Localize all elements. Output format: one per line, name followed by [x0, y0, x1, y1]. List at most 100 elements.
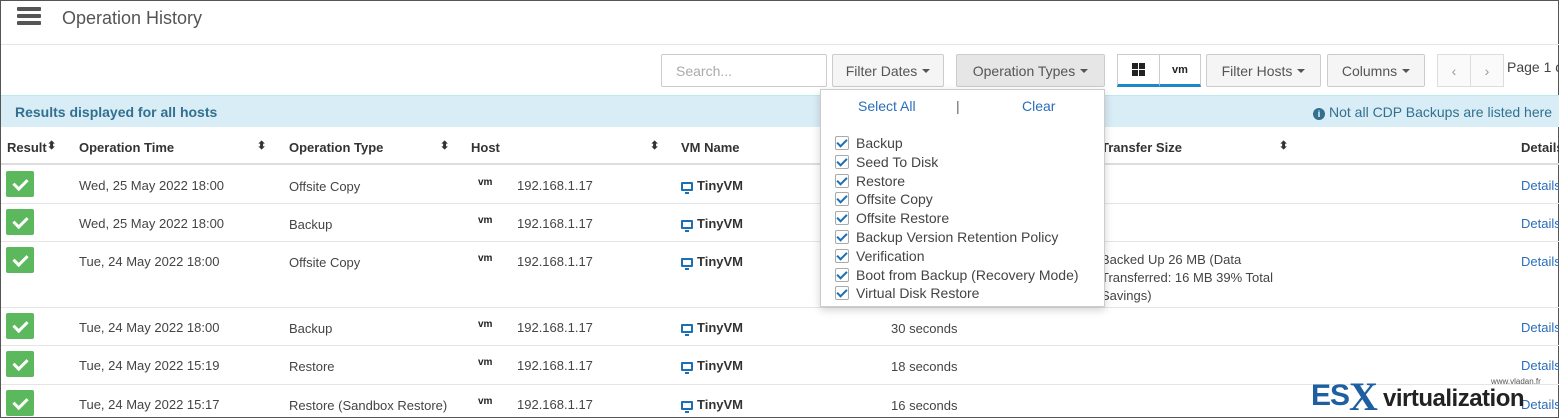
chevron-left-icon: ‹: [1451, 62, 1457, 79]
table-row[interactable]: Tue, 24 May 2022 18:00 Offsite Copy vm 192.…: [1, 242, 1559, 308]
success-check-icon: [6, 313, 34, 339]
select-all-link[interactable]: Select All: [858, 98, 916, 114]
option-label: Verification: [856, 247, 925, 264]
vm-name-cell[interactable]: TinyVM: [681, 358, 743, 374]
details-link[interactable]: Details: [1521, 216, 1559, 231]
vm-name-cell[interactable]: TinyVM: [681, 320, 743, 336]
host-address: 192.168.1.17: [517, 397, 593, 412]
esx-virtualization-watermark: www.vladan.fr ES X virtualization: [1291, 373, 1559, 418]
success-check-icon: [6, 209, 34, 235]
sort-icon[interactable]: ⬍: [1279, 139, 1288, 152]
chevron-right-icon: ›: [1484, 62, 1490, 79]
option-label: Seed To Disk: [856, 153, 939, 170]
operation-type: Offsite Copy: [289, 255, 361, 270]
search-input[interactable]: [661, 54, 827, 87]
checkbox-checked-icon[interactable]: [835, 136, 849, 150]
prev-page-button[interactable]: ‹: [1437, 54, 1471, 87]
col-operation-type[interactable]: Operation Type: [289, 140, 383, 155]
host-address: 192.168.1.17: [517, 216, 593, 231]
table-row[interactable]: Wed, 25 May 2022 18:00 Offsite Copy vm 192.…: [1, 166, 1559, 204]
vm-name-cell[interactable]: TinyVM: [681, 178, 743, 194]
clear-link[interactable]: Clear: [1022, 98, 1055, 114]
checkbox-checked-icon[interactable]: [835, 192, 849, 207]
checkbox-checked-icon[interactable]: [835, 248, 849, 263]
operation-type: Restore (Sandbox Restore): [289, 398, 448, 413]
checkbox-checked-icon[interactable]: [835, 173, 849, 188]
col-vm-name[interactable]: VM Name: [681, 140, 740, 155]
sort-icon[interactable]: ⬍: [440, 139, 449, 152]
checkbox-checked-icon[interactable]: [835, 267, 849, 282]
col-result[interactable]: Result: [7, 140, 47, 155]
col-details[interactable]: Details: [1521, 140, 1559, 155]
details-link[interactable]: Details: [1521, 178, 1559, 193]
vmware-icon: vm: [1172, 63, 1188, 76]
operation-type-option[interactable]: Verification: [835, 247, 924, 265]
separator: |: [956, 98, 960, 114]
sort-icon[interactable]: ⬍: [257, 139, 266, 152]
windows-icon: [1132, 63, 1145, 76]
operation-type-option[interactable]: Offsite Copy: [835, 190, 933, 208]
table-row[interactable]: Tue, 24 May 2022 18:00 Backup vm 192.168.1.…: [1, 308, 1559, 346]
operation-type-option[interactable]: Virtual Disk Restore: [835, 284, 979, 302]
vm-name-cell[interactable]: TinyVM: [681, 397, 743, 413]
vmware-filter-toggle[interactable]: vm: [1159, 54, 1201, 87]
vm-name-cell[interactable]: TinyVM: [681, 254, 743, 270]
checkbox-checked-icon[interactable]: [835, 286, 849, 301]
monitor-icon: [681, 258, 693, 270]
duration: 30 seconds: [891, 321, 958, 336]
details-link[interactable]: Details: [1521, 254, 1559, 269]
columns-label: Columns: [1341, 62, 1398, 79]
operation-type-option[interactable]: Boot from Backup (Recovery Mode): [835, 266, 1079, 284]
sort-icon[interactable]: ⬍: [650, 139, 659, 152]
checkbox-checked-icon[interactable]: [835, 154, 849, 169]
watermark-virtualization: virtualization: [1383, 385, 1525, 412]
operation-time: Tue, 24 May 2022 15:19: [79, 358, 220, 373]
option-label: Backup: [856, 135, 903, 151]
option-label: Offsite Copy: [856, 191, 933, 208]
columns-button[interactable]: Columns: [1327, 54, 1425, 87]
col-operation-time[interactable]: Operation Time: [79, 140, 174, 155]
success-check-icon: [6, 247, 34, 273]
page-title: Operation History: [62, 8, 203, 28]
results-scope-text: Results displayed for all hosts: [15, 104, 218, 120]
operation-type: Restore: [289, 359, 335, 374]
table-row[interactable]: Wed, 25 May 2022 18:00 Backup vm 192.168.1.…: [1, 204, 1559, 242]
details-link[interactable]: Details: [1521, 320, 1559, 335]
operation-type: Backup: [289, 217, 333, 232]
operation-type: Backup: [289, 321, 333, 336]
operation-type-option[interactable]: Offsite Restore: [835, 209, 949, 227]
checkbox-checked-icon[interactable]: [835, 211, 849, 226]
filter-hosts-button[interactable]: Filter Hosts: [1206, 54, 1321, 87]
monitor-icon: [681, 324, 693, 336]
vmware-icon: vm: [478, 319, 493, 330]
watermark-es: ES: [1311, 379, 1350, 412]
filter-dates-button[interactable]: Filter Dates: [832, 54, 944, 87]
hyperv-filter-toggle[interactable]: [1117, 54, 1160, 87]
cdp-notice: i Not all CDP Backups are listed here: [1313, 104, 1552, 120]
vm-name: TinyVM: [697, 397, 743, 412]
server-list-icon[interactable]: [17, 7, 41, 25]
checkbox-checked-icon[interactable]: [835, 230, 849, 244]
operation-time: Tue, 24 May 2022 15:17: [79, 397, 220, 412]
vm-name: TinyVM: [697, 358, 743, 373]
filter-dates-label: Filter Dates: [845, 62, 918, 79]
operation-type-option[interactable]: Seed To Disk: [835, 153, 938, 171]
transfer-size: Backed Up 26 MB (Data Transferred: 16 MB…: [1101, 252, 1273, 303]
operation-type-option[interactable]: Backup: [835, 134, 903, 152]
operation-type-option[interactable]: Backup Version Retention Policy: [835, 228, 1058, 246]
sort-icon[interactable]: ⬍: [47, 139, 56, 152]
monitor-icon: [681, 401, 693, 413]
col-transfer-size[interactable]: Transfer Size: [1101, 140, 1182, 155]
operation-time: Wed, 25 May 2022 18:00: [79, 178, 225, 193]
caret-down-icon: [1297, 68, 1306, 73]
vm-name-cell[interactable]: TinyVM: [681, 216, 743, 232]
next-page-button[interactable]: ›: [1470, 54, 1504, 87]
option-label: Virtual Disk Restore: [856, 285, 980, 302]
caret-down-icon: [922, 68, 931, 73]
caret-down-icon: [1080, 68, 1089, 73]
host-address: 192.168.1.17: [517, 320, 593, 335]
operation-types-button[interactable]: Operation Types: [956, 54, 1105, 87]
details-link[interactable]: Details: [1521, 358, 1559, 373]
col-host[interactable]: Host: [471, 140, 500, 155]
operation-type-option[interactable]: Restore: [835, 172, 905, 190]
